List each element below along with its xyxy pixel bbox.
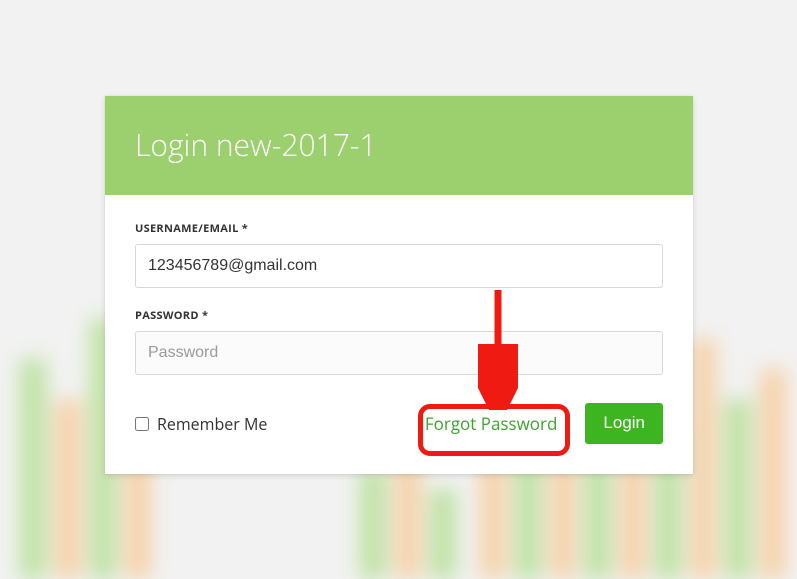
remember-me-checkbox[interactable] (135, 417, 149, 431)
remember-me[interactable]: Remember Me (135, 413, 267, 435)
password-input[interactable] (135, 331, 663, 375)
remember-me-label: Remember Me (157, 413, 267, 435)
card-body: USERNAME/EMAIL * PASSWORD * Remember Me … (105, 195, 693, 474)
forgot-password-link[interactable]: Forgot Password (415, 406, 568, 441)
card-title: Login new-2017-1 (105, 96, 693, 195)
username-label: USERNAME/EMAIL * (135, 221, 663, 236)
password-label: PASSWORD * (135, 308, 663, 323)
username-group: USERNAME/EMAIL * (135, 221, 663, 288)
password-group: PASSWORD * (135, 308, 663, 375)
login-card: Login new-2017-1 USERNAME/EMAIL * PASSWO… (105, 96, 693, 474)
login-button[interactable]: Login (585, 403, 663, 444)
actions-row: Remember Me Forgot Password Login (135, 403, 663, 444)
username-input[interactable] (135, 244, 663, 288)
